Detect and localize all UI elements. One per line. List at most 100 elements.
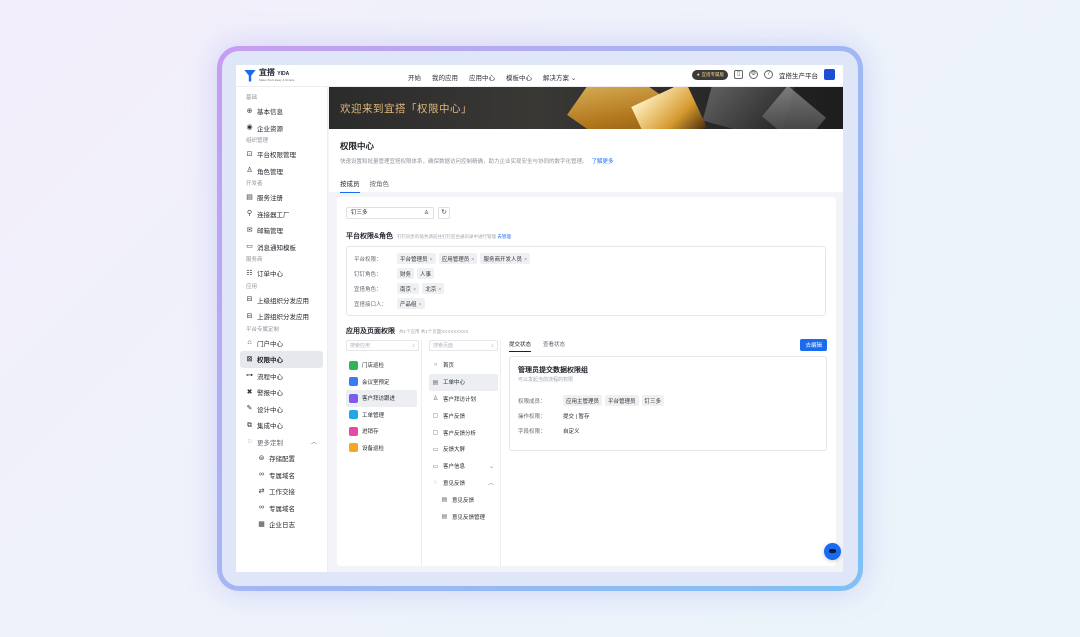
app-search-input[interactable]: 搜索应用 ⌕	[346, 340, 419, 351]
sidebar-sub-domain[interactable]: ∞ 专属域名	[236, 467, 327, 484]
nav-solutions-label: 解决方案	[543, 75, 569, 82]
sidebar-sub-storage[interactable]: ⊜ 存储配置	[236, 450, 327, 467]
sidebar-item-orders[interactable]: ☷ 订单中心	[236, 265, 327, 282]
role-row-dingtalk: 钉钉角色： 财务 人事	[354, 268, 435, 279]
avatar[interactable]	[824, 69, 835, 80]
perm-row-ops: 操作权限： 提交 | 暂存	[518, 412, 590, 420]
member-select-input[interactable]: 钉三多 ♙	[346, 207, 434, 219]
page-group[interactable]: ◌ 意见反馈 ︿	[429, 475, 500, 492]
page-icon: ▢	[432, 430, 439, 437]
pro-badge[interactable]: ★ 宜搭专属版	[692, 69, 728, 80]
page-item[interactable]: ▭ 反馈大屏	[429, 441, 500, 458]
app-item[interactable]: 客户拜访跟进	[346, 390, 417, 407]
member-chip: 应用主管理员	[563, 395, 603, 406]
sidebar-item-service-reg[interactable]: ▤ 服务注册	[236, 189, 327, 206]
app-item[interactable]: 门店巡检	[346, 357, 421, 374]
sidebar-item-resources[interactable]: ◉ 企业资源	[236, 120, 327, 137]
page-item[interactable]: ▭ 客户信息 ⌄	[429, 458, 500, 475]
page-item[interactable]: ♙ 客户拜访计划	[429, 391, 500, 408]
page-name: 意见反馈	[443, 480, 466, 487]
refresh-button[interactable]: ↻	[438, 207, 450, 219]
chevron-down-icon[interactable]: ⌄	[489, 463, 494, 470]
app-name: 工单管理	[362, 412, 385, 419]
app-icon	[349, 377, 358, 387]
app-item[interactable]: 工单管理	[346, 407, 421, 424]
close-icon[interactable]: ×	[419, 302, 422, 308]
role-chip[interactable]: 服务商开发人员 ×	[480, 253, 531, 264]
role-chip[interactable]: 南京 ×	[397, 283, 420, 294]
page-item[interactable]: ▢ 客户反馈	[429, 407, 500, 424]
sidebar-item-upstream-apps[interactable]: ⊟ 上游组织分发应用	[236, 308, 327, 325]
member-chip: 钉三多	[641, 395, 665, 406]
sidebar-item-upper-apps[interactable]: ⊟ 上级组织分发应用	[236, 292, 327, 309]
chip-text: 人事	[420, 271, 432, 278]
role-chip[interactable]: 应用管理员 ×	[438, 253, 478, 264]
sidebar-item-mail[interactable]: ✉ 邮箱管理	[236, 222, 327, 239]
sidebar-item-alert[interactable]: ✖ 警报中心	[236, 384, 327, 401]
close-icon[interactable]: ×	[524, 257, 527, 263]
page-item[interactable]: ▤ 意见反馈	[429, 491, 500, 508]
app-item[interactable]: 会议室预定	[346, 374, 421, 391]
link-icon: ∞	[259, 471, 264, 479]
page-item[interactable]: ▢ 客户反馈分析	[429, 424, 500, 441]
chip-text: 平台管理员	[400, 256, 428, 263]
sidebar-item-process[interactable]: ⊶ 流程中心	[236, 368, 327, 385]
page-item[interactable]: ○ 首页	[429, 357, 500, 374]
nav-solutions[interactable]: 解决方案 ⌄	[543, 72, 576, 82]
chevron-up-icon[interactable]: ︿	[488, 478, 494, 487]
role-chip[interactable]: 产品组 ×	[397, 298, 425, 309]
assistant-bot-icon[interactable]	[824, 543, 841, 560]
sidebar-item-connector[interactable]: ⚲ 连接器工厂	[236, 206, 327, 223]
log-icon: ▦	[258, 520, 265, 528]
chip-text: 应用管理员	[441, 256, 470, 263]
app-item[interactable]: 设备巡检	[346, 440, 421, 457]
welcome-banner: 欢迎来到宜搭「权限中心」	[329, 87, 843, 129]
nav-start[interactable]: 开始	[408, 72, 421, 82]
notification-icon[interactable]: ▯	[734, 70, 743, 79]
nav-app-center[interactable]: 应用中心	[469, 72, 495, 82]
nav-my-apps[interactable]: 我的应用	[432, 72, 458, 82]
logo[interactable]: 宜搭 YIDA Make Work Easy & Simple	[244, 69, 294, 82]
nav-template-center[interactable]: 模板中心	[506, 72, 532, 82]
sidebar-item-platform-perm[interactable]: ⊡ 平台权限管理	[236, 146, 327, 163]
close-icon[interactable]: ×	[438, 287, 441, 293]
close-icon[interactable]: ×	[430, 257, 433, 263]
role-chip[interactable]: 平台管理员 ×	[397, 253, 436, 264]
page-item[interactable]: ▤ 意见反馈管理	[429, 508, 500, 525]
close-icon[interactable]: ×	[471, 257, 474, 263]
sidebar-item-roles[interactable]: ♙ 角色管理	[236, 163, 327, 180]
app-name: 客户拜访跟进	[362, 396, 396, 403]
page-search-input[interactable]: 搜索页面 ⌕	[429, 340, 498, 351]
page-item[interactable]: ▤ 工单中心	[429, 373, 498, 391]
sidebar-item-integration[interactable]: ⧉ 集成中心	[236, 417, 327, 434]
perm-row-fields: 字段权限： 自定义	[518, 427, 580, 435]
role-chip[interactable]: 北京 ×	[422, 283, 445, 294]
sidebar-item-permission-center[interactable]: ⊠ 权限中心	[240, 351, 323, 368]
tab-view-status[interactable]: 查看状态	[543, 340, 565, 352]
app-icon	[349, 410, 358, 420]
member-search-row: 钉三多 ♙ ↻	[346, 207, 450, 219]
tab-submit-status[interactable]: 提交状态	[509, 340, 532, 352]
sidebar-sub-domain-2[interactable]: ∞ 专属域名	[236, 500, 327, 517]
learn-more-link[interactable]: 了解更多	[592, 159, 614, 165]
sidebar-item-design[interactable]: ✎ 设计中心	[236, 401, 327, 418]
help-icon[interactable]: ?	[764, 70, 773, 79]
sidebar-item-portal[interactable]: ⌂ 门户中心	[236, 335, 327, 352]
tab-by-role[interactable]: 按角色	[370, 178, 390, 193]
sidebar-sub-log[interactable]: ▦ 企业日志	[236, 516, 327, 533]
sidebar-more-custom[interactable]: ◌ 更多定制 ︿	[236, 434, 327, 451]
sidebar-item-msg-template[interactable]: ▭ 消息通知模板	[236, 239, 327, 256]
tab-by-member[interactable]: 按成员	[340, 178, 360, 193]
go-manage-link[interactable]: 去管理	[497, 234, 511, 239]
chevron-up-icon: ︿	[310, 440, 317, 447]
sidebar-item-basic-info[interactable]: ⊕ 基本信息	[236, 103, 327, 120]
perm-card-title: 管理员提交数据权限组	[518, 367, 588, 374]
app-item[interactable]: 进销存	[346, 423, 421, 440]
sidebar-sub-handover[interactable]: ⇄ 工作交接	[236, 483, 327, 500]
org-name[interactable]: 宜搭生产平台	[779, 70, 818, 80]
edit-button[interactable]: 去编辑	[800, 339, 827, 351]
brand-sub: YIDA	[277, 71, 290, 77]
close-icon[interactable]: ×	[413, 287, 416, 293]
perm-label: 权限成员：	[518, 398, 546, 405]
settings-icon[interactable]: ⚙	[749, 70, 758, 79]
